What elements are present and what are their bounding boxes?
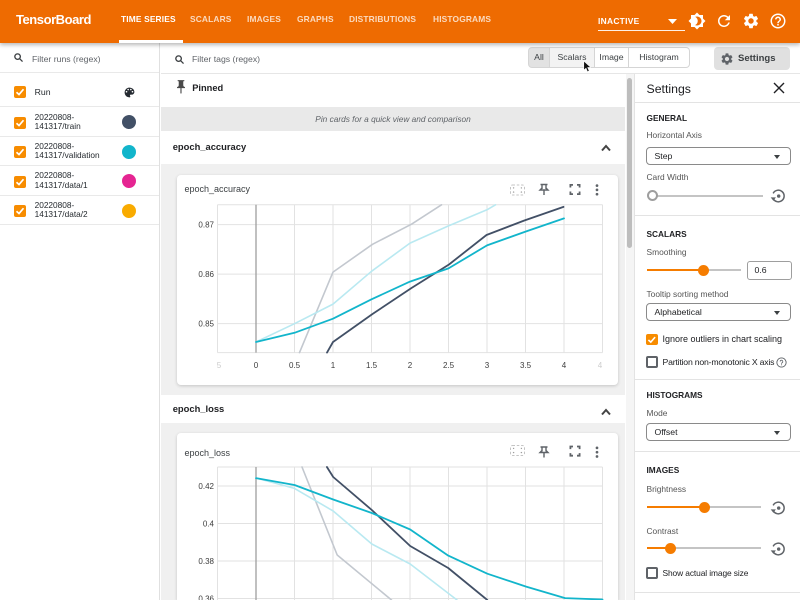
svg-text:0.5: 0.5 bbox=[288, 360, 300, 369]
svg-text:2.5: 2.5 bbox=[442, 360, 454, 369]
svg-text:4: 4 bbox=[561, 360, 566, 369]
svg-text:0.38: 0.38 bbox=[198, 557, 214, 566]
svg-text:3.5: 3.5 bbox=[519, 360, 531, 369]
svg-text:5: 5 bbox=[216, 360, 221, 369]
svg-text:2: 2 bbox=[407, 360, 412, 369]
svg-text:0.4: 0.4 bbox=[202, 520, 214, 529]
svg-text:4: 4 bbox=[597, 360, 602, 369]
svg-text:1: 1 bbox=[330, 360, 335, 369]
svg-text:0.85: 0.85 bbox=[198, 319, 214, 328]
svg-text:0.42: 0.42 bbox=[198, 482, 214, 491]
svg-text:0: 0 bbox=[253, 360, 258, 369]
svg-text:3: 3 bbox=[484, 360, 489, 369]
svg-text:0.86: 0.86 bbox=[198, 270, 214, 279]
svg-text:epoch_accuracy: epoch_accuracy bbox=[184, 184, 250, 194]
svg-text:0.36: 0.36 bbox=[198, 595, 214, 600]
svg-text:0.87: 0.87 bbox=[198, 220, 214, 229]
svg-text:epoch_loss: epoch_loss bbox=[184, 448, 230, 458]
svg-text:1.5: 1.5 bbox=[365, 360, 377, 369]
